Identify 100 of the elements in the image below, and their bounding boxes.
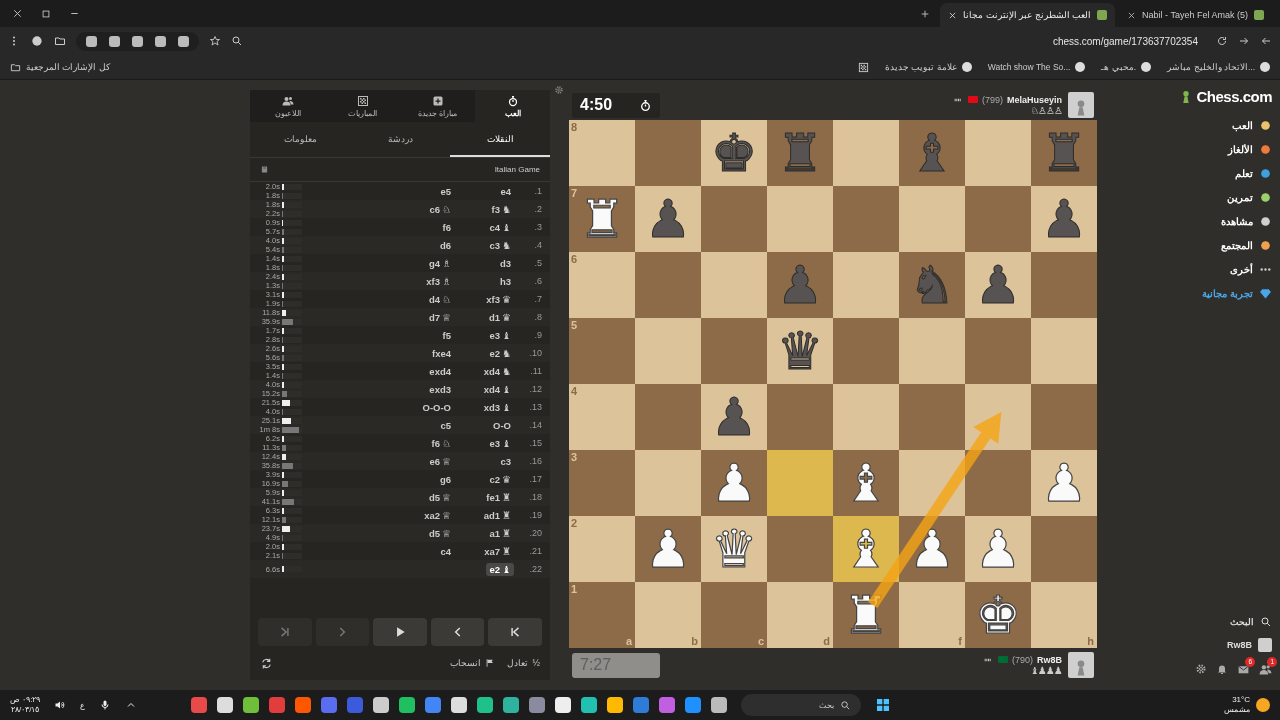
move[interactable]: g6 bbox=[436, 472, 454, 486]
bookmark-link[interactable]: علامة تبويب جديدة bbox=[885, 62, 957, 72]
move[interactable]: h3 bbox=[496, 274, 514, 288]
app-icon[interactable] bbox=[243, 697, 260, 713]
nav-link[interactable]: العب bbox=[1232, 113, 1272, 137]
close-icon[interactable] bbox=[12, 8, 23, 19]
panel-tab[interactable]: دردشة bbox=[350, 122, 450, 157]
bookmark-link[interactable]: كل الإشارات المرجعية bbox=[26, 62, 110, 72]
move[interactable]: c2 ♛ bbox=[486, 472, 514, 486]
app-icon[interactable] bbox=[217, 697, 234, 713]
move[interactable]: fe1 ♜ bbox=[483, 490, 514, 504]
extension-icon[interactable] bbox=[132, 35, 143, 47]
player-name[interactable]: MelaHuseyin bbox=[1006, 94, 1062, 105]
move[interactable]: xa7 ♜ bbox=[481, 544, 514, 558]
panel-tab[interactable]: معلومات bbox=[250, 122, 350, 157]
nav-link[interactable]: أخرى bbox=[1230, 257, 1272, 281]
settings-icon[interactable] bbox=[1195, 663, 1207, 675]
first-move-button[interactable] bbox=[488, 618, 542, 646]
move[interactable]: xa2 ♕ bbox=[421, 508, 454, 522]
move[interactable]: e5 bbox=[437, 184, 454, 198]
panel-tab[interactable]: النقلات bbox=[450, 122, 550, 157]
move[interactable]: exd3 bbox=[426, 382, 454, 396]
settings-icon[interactable] bbox=[554, 85, 564, 95]
chess-piece[interactable]: ♟ bbox=[644, 189, 692, 249]
board-square[interactable]: ♚ bbox=[701, 120, 767, 186]
maximize-icon[interactable] bbox=[41, 8, 51, 19]
new-tab-icon[interactable] bbox=[920, 8, 931, 19]
chess-piece[interactable]: ♜ bbox=[578, 189, 626, 249]
move[interactable]: d6 bbox=[436, 238, 454, 252]
move[interactable]: e4 bbox=[497, 184, 514, 198]
nav-link[interactable]: تمرين bbox=[1227, 185, 1272, 209]
app-icon[interactable] bbox=[477, 697, 494, 713]
nav-link[interactable]: تعلم bbox=[1235, 161, 1272, 185]
move[interactable]: c5 bbox=[437, 418, 454, 432]
move[interactable]: e3 ♝ bbox=[486, 436, 514, 450]
site-icon[interactable] bbox=[1260, 62, 1270, 72]
move[interactable]: f6 ♘ bbox=[428, 436, 454, 450]
nav-link[interactable]: المجتمع bbox=[1221, 233, 1272, 257]
chess-piece[interactable]: ♜ bbox=[842, 585, 890, 645]
nav-tab[interactable]: العب bbox=[475, 90, 550, 122]
play-button[interactable] bbox=[373, 618, 427, 646]
zoom-icon[interactable] bbox=[231, 35, 243, 47]
move[interactable]: g4 ♗ bbox=[425, 256, 454, 270]
move[interactable]: d7 ♕ bbox=[425, 310, 454, 324]
board-square[interactable]: ♛ bbox=[767, 318, 833, 384]
board-square[interactable]: ♟ bbox=[1031, 186, 1097, 252]
close-icon[interactable] bbox=[1127, 10, 1137, 20]
move[interactable]: e2 ♝ bbox=[486, 562, 514, 576]
move[interactable]: d3 bbox=[496, 256, 514, 270]
move[interactable]: e3 ♝ bbox=[486, 328, 514, 342]
browser-tab[interactable]: (5) Nabil - Tayeh Fel Amak bbox=[1119, 3, 1272, 27]
app-icon[interactable] bbox=[581, 697, 598, 713]
resign-button[interactable]: انسحاب bbox=[450, 658, 496, 668]
app-icon[interactable] bbox=[711, 697, 728, 713]
app-icon[interactable] bbox=[399, 697, 416, 713]
site-icon[interactable] bbox=[961, 62, 972, 72]
move[interactable]: a1 ♜ bbox=[486, 526, 514, 540]
speaker-icon[interactable] bbox=[54, 699, 67, 711]
bell-icon[interactable] bbox=[1216, 663, 1228, 675]
move[interactable]: xf3 ♛ bbox=[483, 292, 514, 306]
move[interactable]: f5 bbox=[439, 328, 454, 342]
chess-piece[interactable]: ♟ bbox=[644, 519, 692, 579]
bookmark-link[interactable]: الاتحاد والخليج مباشر... bbox=[1167, 62, 1255, 72]
board-square[interactable]: ♚ bbox=[965, 582, 1031, 648]
app-icon[interactable] bbox=[373, 697, 390, 713]
move[interactable]: f3 ♞ bbox=[488, 202, 514, 216]
move[interactable]: c3 ♞ bbox=[486, 238, 514, 252]
move[interactable]: c4 bbox=[437, 544, 454, 558]
move[interactable]: d5 ♕ bbox=[425, 490, 454, 504]
board-square[interactable]: ♜ bbox=[833, 582, 899, 648]
taskbar-search[interactable]: بحث bbox=[741, 694, 862, 716]
chess-piece[interactable]: ♛ bbox=[776, 321, 824, 381]
forward-icon[interactable] bbox=[1238, 35, 1250, 47]
move[interactable]: f6 bbox=[439, 220, 454, 234]
board-square[interactable]: ♝ bbox=[833, 450, 899, 516]
app-icon[interactable] bbox=[503, 697, 520, 713]
logo-text[interactable]: Chess.com bbox=[1196, 88, 1272, 105]
chess-piece[interactable]: ♟ bbox=[710, 453, 758, 513]
search-link[interactable]: البحث bbox=[1230, 610, 1272, 633]
language-indicator[interactable]: ع bbox=[80, 700, 86, 710]
move[interactable]: xd4 ♞ bbox=[480, 364, 514, 378]
move[interactable]: xf3 ♗ bbox=[423, 274, 454, 288]
site-icon[interactable] bbox=[1141, 62, 1152, 72]
move[interactable]: ad1 ♜ bbox=[480, 508, 514, 522]
nav-link[interactable]: مشاهدة bbox=[1221, 209, 1272, 233]
app-icon[interactable] bbox=[607, 697, 624, 713]
move[interactable]: fxe4 bbox=[429, 346, 454, 360]
move[interactable]: d1 ♛ bbox=[485, 310, 514, 324]
start-icon[interactable] bbox=[875, 697, 892, 713]
browser-tab[interactable]: العب الشطرنج عبر الإنترنت مجانا bbox=[940, 3, 1116, 27]
board-square[interactable]: ♟ bbox=[701, 384, 767, 450]
player-name[interactable]: Rw8B bbox=[1037, 654, 1062, 665]
profile-icon[interactable] bbox=[30, 34, 44, 48]
extension-icon[interactable] bbox=[109, 35, 120, 47]
board-square[interactable]: ♟ bbox=[635, 516, 701, 582]
move[interactable]: c6 ♘ bbox=[426, 202, 454, 216]
chess-piece[interactable]: ♚ bbox=[974, 585, 1022, 645]
chess-piece[interactable]: ♝ bbox=[842, 453, 890, 513]
star-icon[interactable] bbox=[209, 35, 221, 47]
chess-piece[interactable]: ♚ bbox=[710, 123, 758, 183]
